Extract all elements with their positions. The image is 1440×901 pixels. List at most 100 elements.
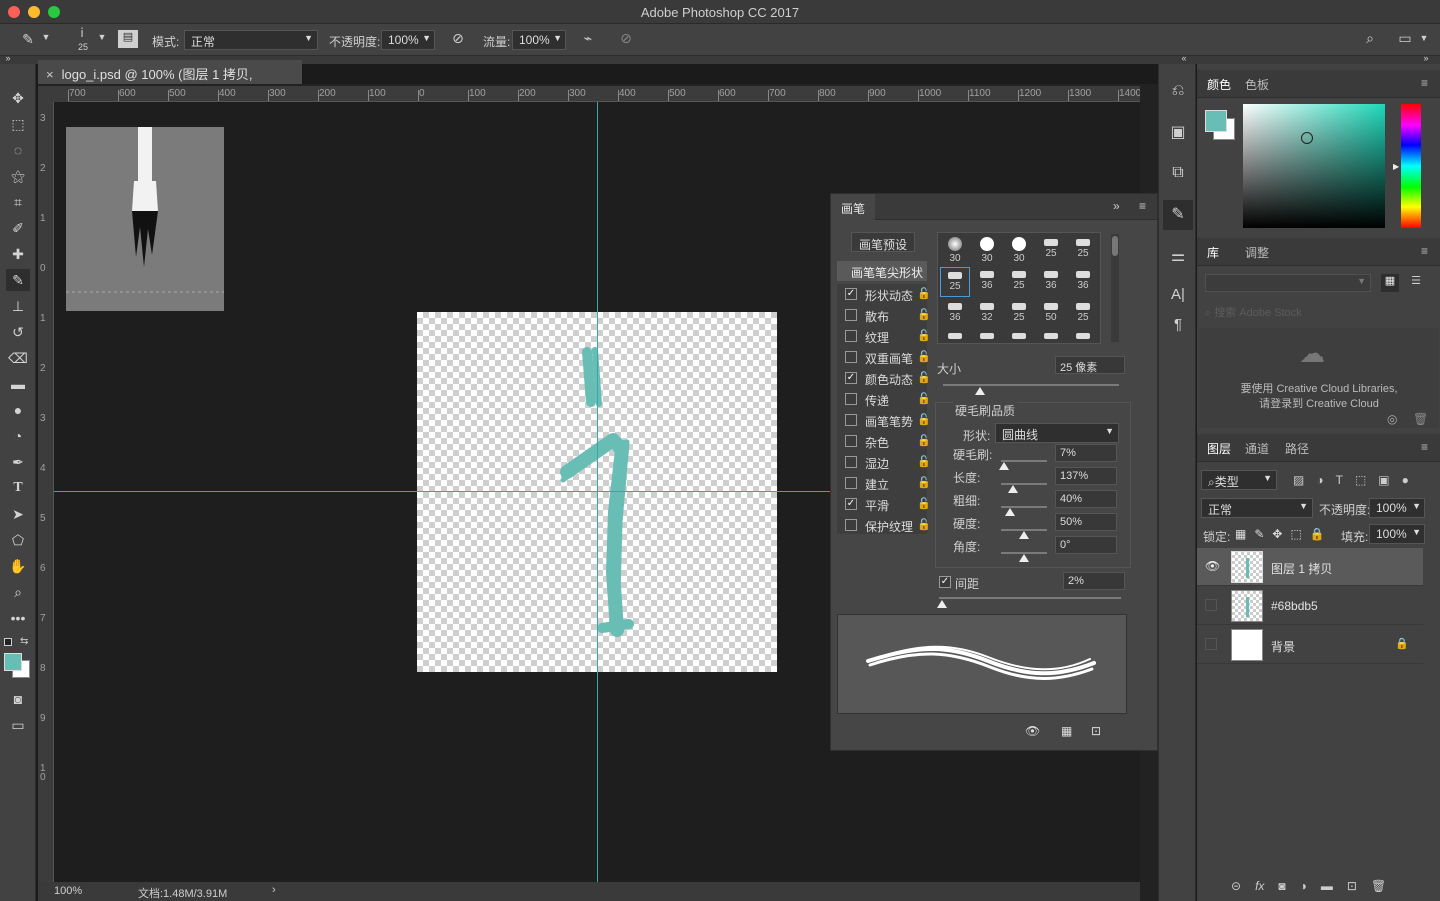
brush-panel-toggle-icon[interactable]: ▤ [118,30,138,48]
swap-colors-icon[interactable]: ⇆ [20,636,28,647]
brush-tip-preset[interactable]: 25 [1004,299,1034,329]
vertical-ruler[interactable]: 3 2 1 0 1 2 3 4 5 6 7 8 9 10 [38,102,54,882]
type-filter-icon[interactable]: T [1336,473,1343,487]
zoom-tool-icon[interactable]: ⌕ [6,581,30,603]
stock-search-input[interactable]: ⌕ 搜索 Adobe Stock [1205,304,1302,320]
unlock-icon[interactable]: 🔓 [917,350,931,363]
history-panel-icon[interactable]: ⎌ [1168,82,1188,100]
lock-pixels-icon[interactable]: ✎ [1254,527,1264,541]
layer-opacity-input[interactable]: 100% ▼ [1369,498,1425,518]
brush-panel-icon[interactable]: ✎ [1163,200,1193,230]
ruler-origin[interactable] [38,86,68,102]
marquee-tool-icon[interactable]: ⬚ [6,113,30,135]
stamp-tool-icon[interactable]: ⊥ [6,295,30,317]
vertical-guide[interactable] [597,102,598,882]
workspace-icon[interactable]: ▭ [1396,30,1414,47]
bristle-param-thumb[interactable] [1019,531,1029,539]
tab-layers[interactable]: 图层 [1207,440,1231,457]
pen-tool-icon[interactable]: ✒ [6,451,30,473]
dodge-tool-icon[interactable]: ◔ [6,425,30,447]
visibility-toggle[interactable] [1205,638,1217,650]
tab-color[interactable]: 颜色 [1207,76,1231,93]
opacity-input[interactable]: 100% ▼ [381,30,435,50]
brush-tip-preset[interactable]: 32 [972,299,1002,329]
flow-input[interactable]: 100% ▼ [512,30,566,50]
option-label[interactable]: 散布 [865,308,889,325]
brush-preset-dropdown[interactable]: ▼ [96,32,108,42]
option-label[interactable]: 传递 [865,392,889,409]
option-label[interactable]: 建立 [865,476,889,493]
grid-view-icon[interactable]: ▦ [1381,274,1399,292]
new-group-icon[interactable]: ▬ [1321,879,1333,893]
layer-style-icon[interactable]: fx [1255,879,1264,893]
collapse-panels-icon[interactable]: « [1178,53,1190,63]
option-label[interactable]: 画笔笔势 [865,413,913,430]
brush-tip-preset[interactable]: 36 [1036,267,1066,297]
option-checkbox[interactable] [845,309,857,321]
unlock-icon[interactable]: 🔓 [917,434,931,447]
bristle-param-input[interactable]: 0° [1055,536,1117,554]
move-tool-icon[interactable]: ✥ [6,87,30,109]
trash-icon[interactable]: 🗑 [1413,412,1428,426]
tab-channels[interactable]: 通道 [1245,440,1269,457]
lasso-tool-icon[interactable]: ◌ [6,139,30,161]
layer-name[interactable]: 背景 [1271,638,1295,655]
unlock-icon[interactable]: 🔓 [917,455,931,468]
option-checkbox[interactable] [845,435,857,447]
character-panel-icon[interactable]: A| [1168,286,1188,303]
option-checkbox[interactable]: ✓ [845,288,857,300]
bristle-param-thumb[interactable] [1019,554,1029,562]
bristle-param-input[interactable]: 40% [1055,490,1117,508]
brush-tip-preset[interactable] [1036,331,1066,343]
brush-tip-preset[interactable] [972,331,1002,343]
image-filter-icon[interactable]: ▨ [1293,473,1304,487]
unlock-icon[interactable]: 🔓 [917,371,931,384]
properties-panel-icon[interactable]: ⚌ [1168,246,1188,266]
hand-tool-icon[interactable]: ✋ [6,555,30,577]
option-checkbox[interactable] [845,477,857,489]
brush-tip-shape-item[interactable]: 画笔笔尖形状 [837,261,927,281]
collapse-dock-icon[interactable]: » [1420,53,1432,63]
horizontal-ruler[interactable]: 700 600 500 400 300 200 100 0 100 200 300 400 500 600… [68,86,1140,102]
bristle-param-thumb[interactable] [1005,508,1016,516]
lock-artboard-icon[interactable]: ⬚ [1290,527,1301,541]
crop-tool-icon[interactable]: ⌗ [6,191,30,213]
smart-object-filter-icon[interactable]: ▣ [1378,473,1389,487]
option-label[interactable]: 湿边 [865,455,889,472]
toggle-live-tip-preview-icon[interactable]: 👁 [1025,724,1040,738]
unlock-icon[interactable]: 🔓 [917,392,931,405]
brush-panel-tab[interactable]: 画笔 [831,194,876,220]
bristle-param-input[interactable]: 50% [1055,513,1117,531]
brush-tool-icon[interactable]: ✎ [6,269,30,291]
bristle-shape-select[interactable]: 圆曲线 ▼ [995,423,1119,443]
option-checkbox[interactable] [845,414,857,426]
fill-input[interactable]: 100% ▼ [1369,524,1425,544]
eraser-tool-icon[interactable]: ⌫ [6,347,30,369]
option-label[interactable]: 平滑 [865,497,889,514]
unlock-icon[interactable]: 🔓 [917,308,931,321]
paragraph-panel-icon[interactable]: ¶ [1168,316,1188,333]
tab-paths[interactable]: 路径 [1285,440,1309,457]
option-checkbox[interactable] [845,519,857,531]
unlock-icon[interactable]: 🔓 [917,287,931,300]
type-tool-icon[interactable]: T [6,477,30,499]
add-mask-icon[interactable]: ◙ [1278,879,1285,893]
quick-mask-icon[interactable]: ◙ [6,688,30,710]
tool-preset-dropdown[interactable]: ▼ [40,32,52,42]
shape-tool-icon[interactable]: ⬠ [6,529,30,551]
eye-icon[interactable]: 👁 [1205,559,1220,573]
trash-icon[interactable]: 🗑 [1371,879,1386,893]
brush-presets-button[interactable]: 画笔预设 [851,232,915,252]
brush-tip-preset[interactable]: 25 [1036,235,1066,265]
foreground-color-swatch[interactable] [4,653,22,671]
brush-tip-preset[interactable]: 25 [1068,235,1098,265]
lock-transparent-icon[interactable]: ▦ [1235,527,1246,541]
path-selection-tool-icon[interactable]: ➤ [6,503,30,525]
cloud-sync-icon[interactable]: ◎ [1387,412,1397,426]
brush-preset-picker-icon[interactable]: ⅰ [72,26,92,40]
collapse-panel-icon[interactable]: » [1113,199,1120,213]
brush-tip-preset[interactable] [1004,331,1034,343]
default-colors-icon[interactable] [4,638,12,646]
layer-name[interactable]: #68bdb5 [1271,599,1318,613]
brush-tip-preset[interactable]: 36 [972,267,1002,297]
